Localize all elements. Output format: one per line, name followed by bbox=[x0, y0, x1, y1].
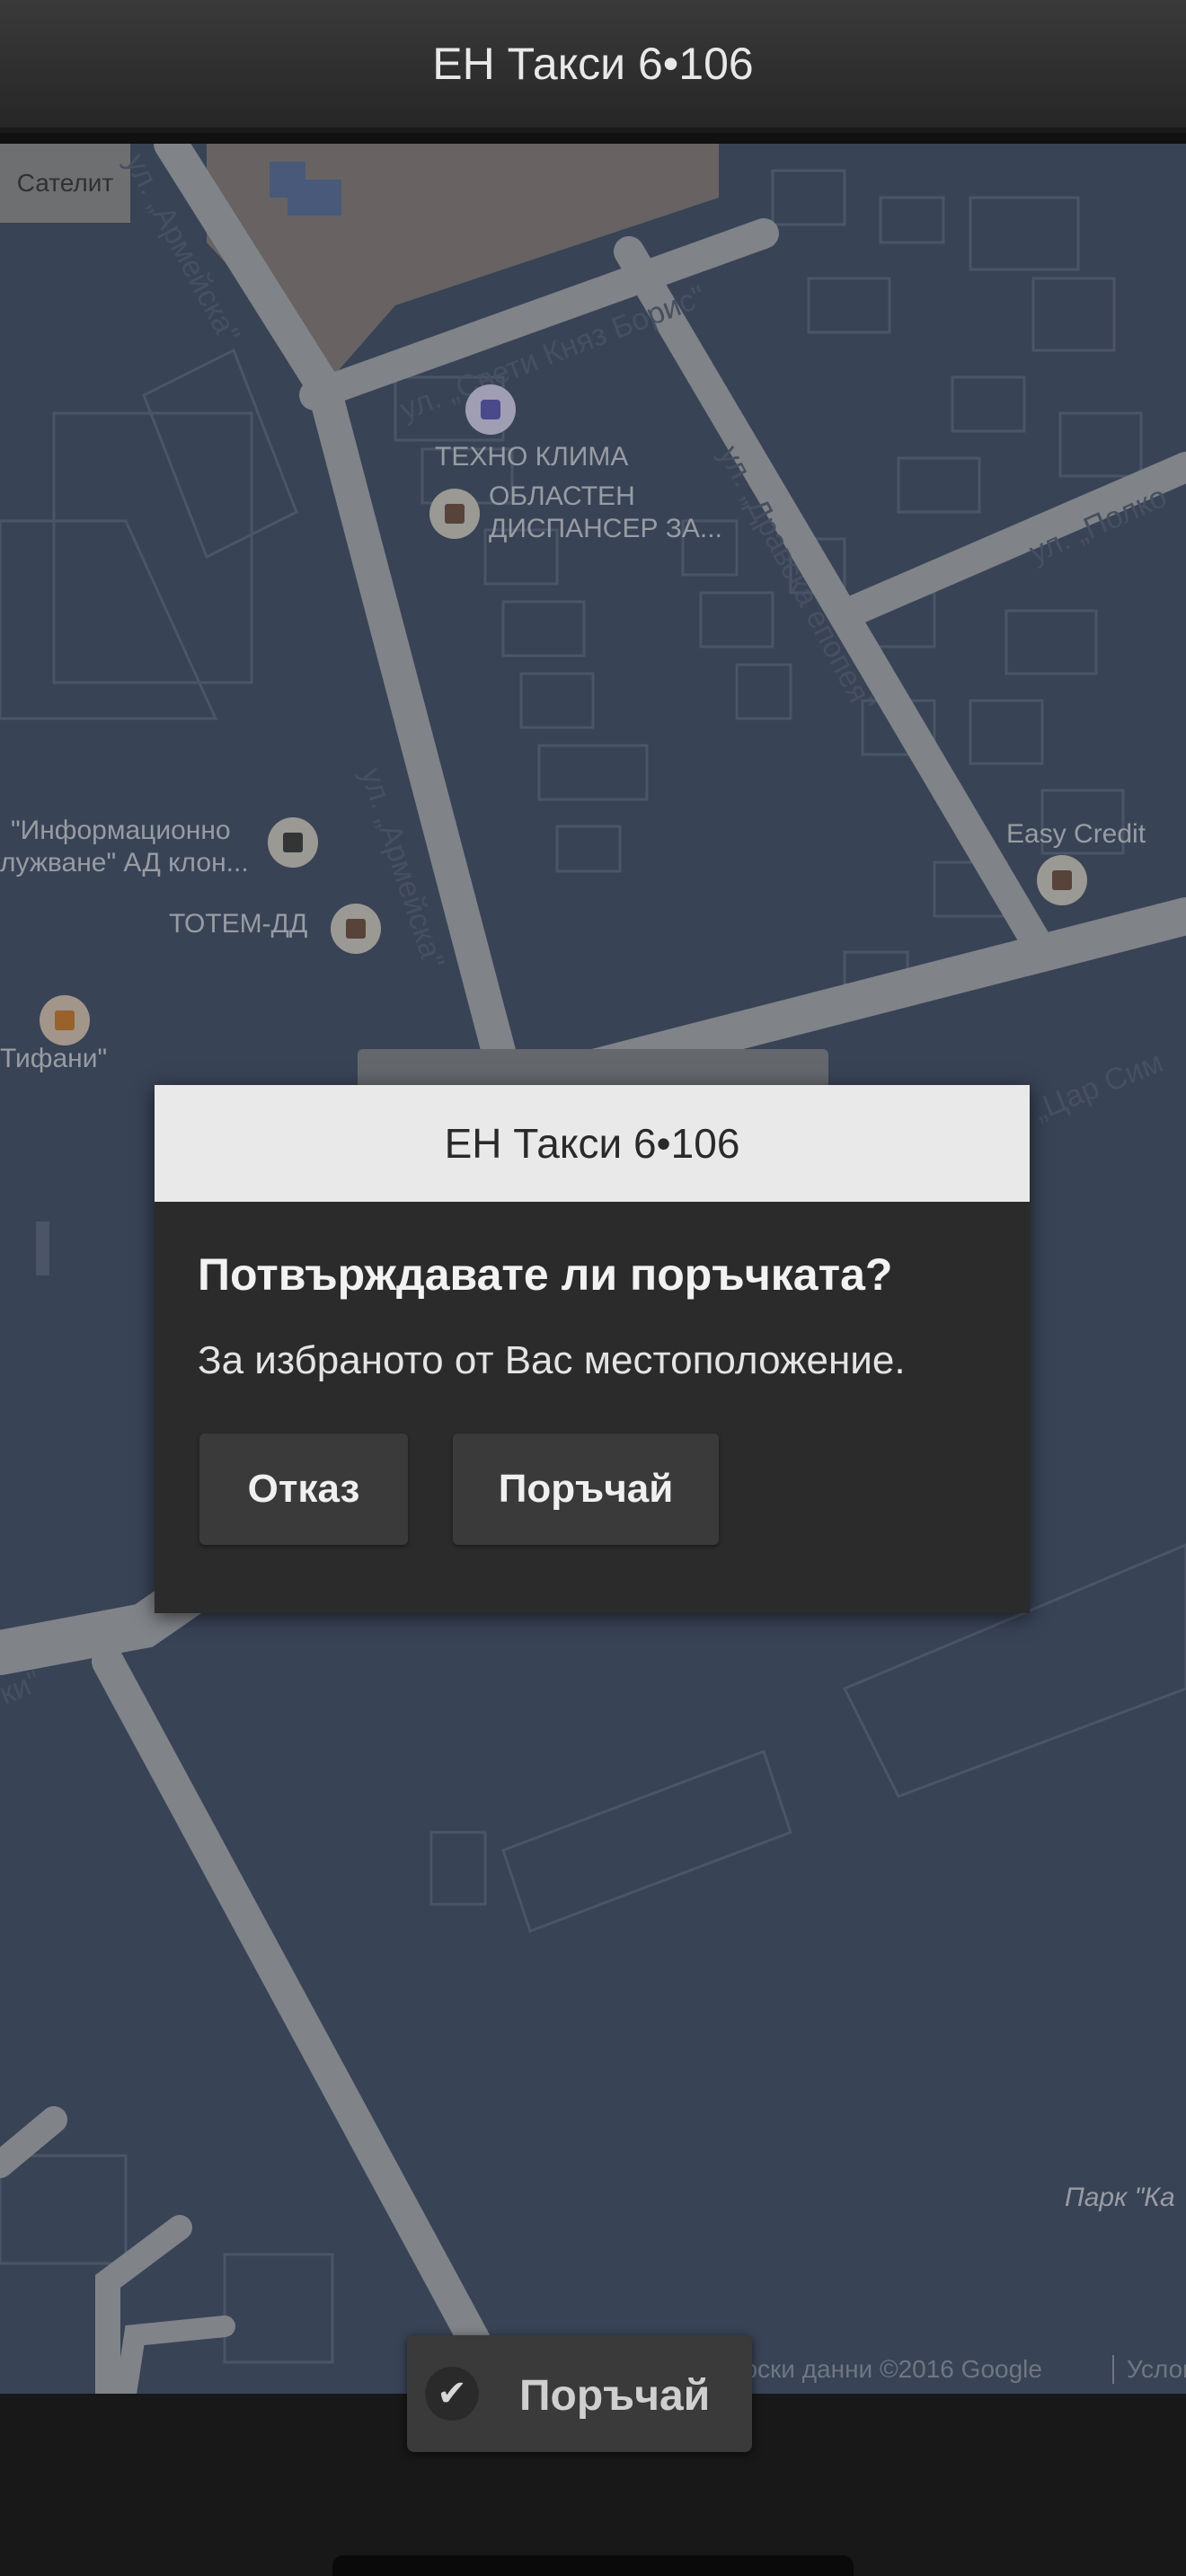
app-title: ЕН Такси 6•106 bbox=[432, 39, 754, 89]
navigation-hint bbox=[332, 2555, 854, 2576]
app-header: ЕН Такси 6•106 bbox=[0, 0, 1186, 133]
confirm-order-button[interactable]: Поръчай bbox=[453, 1434, 719, 1545]
cancel-button[interactable]: Отказ bbox=[199, 1434, 408, 1545]
confirm-dialog: ЕН Такси 6•106 Потвърждавате ли поръчкат… bbox=[155, 1085, 1030, 1613]
order-button-label: Поръчай bbox=[519, 2372, 711, 2420]
order-button[interactable]: ✔ Поръчай bbox=[407, 2335, 752, 2452]
check-icon: ✔ bbox=[425, 2367, 479, 2421]
dialog-message: За избраното от Вас местоположение. bbox=[198, 1338, 906, 1382]
dialog-question: Потвърждавате ли поръчката? bbox=[198, 1249, 893, 1300]
dialog-title: ЕН Такси 6•106 bbox=[155, 1085, 1030, 1202]
